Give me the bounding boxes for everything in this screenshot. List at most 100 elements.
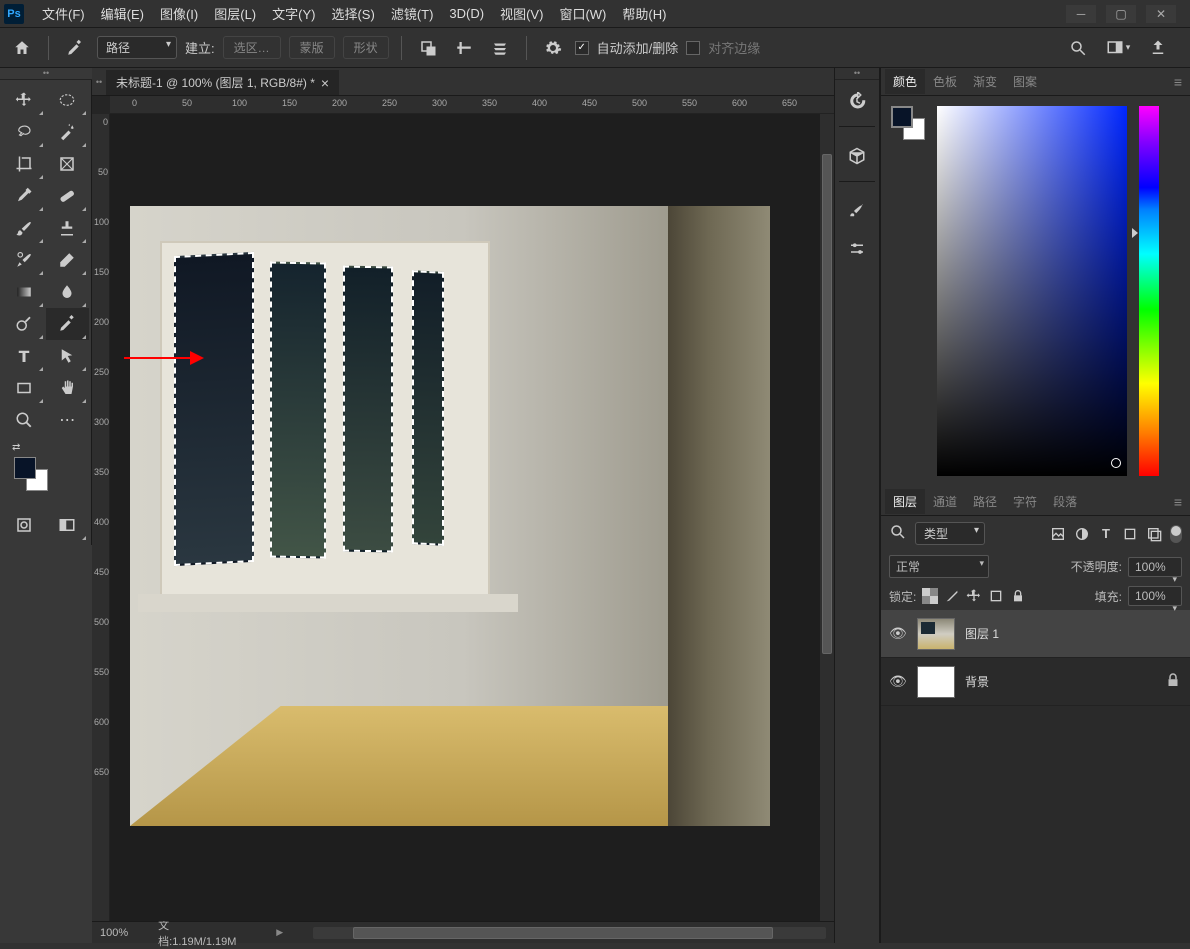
filter-toggle[interactable]: [1170, 525, 1182, 543]
tab-close-button[interactable]: ×: [321, 75, 329, 91]
zoom-tool[interactable]: [2, 404, 46, 436]
edit-toolbar[interactable]: ⋯: [46, 404, 90, 436]
path-alignment-button[interactable]: [450, 34, 478, 62]
tab-drag-handle[interactable]: ••: [92, 77, 106, 87]
saturation-brightness-picker[interactable]: [937, 106, 1127, 476]
layer-name[interactable]: 背景: [965, 673, 989, 690]
gradient-tool[interactable]: [2, 276, 46, 308]
canvas[interactable]: [110, 114, 834, 921]
make-shape-button[interactable]: 形状: [343, 36, 389, 59]
search-button[interactable]: [1064, 34, 1092, 62]
blur-tool[interactable]: [46, 276, 90, 308]
home-button[interactable]: [8, 34, 36, 62]
auto-add-delete-checkbox[interactable]: [575, 41, 589, 55]
status-arrow-icon[interactable]: ▶: [276, 927, 283, 938]
lock-position-icon[interactable]: [966, 588, 982, 604]
pen-tool-preset[interactable]: [61, 34, 89, 62]
layer-thumbnail[interactable]: [917, 618, 955, 650]
lock-pixels-icon[interactable]: [944, 588, 960, 604]
window-minimize[interactable]: ─: [1066, 5, 1096, 23]
menu-type[interactable]: 文字(Y): [264, 4, 323, 23]
menu-file[interactable]: 文件(F): [34, 4, 93, 23]
dodge-tool[interactable]: [2, 308, 46, 340]
tab-gradients[interactable]: 渐变: [965, 69, 1005, 94]
layer-item[interactable]: 👁 背景: [881, 658, 1190, 706]
make-mask-button[interactable]: 蒙版: [289, 36, 335, 59]
menu-view[interactable]: 视图(V): [492, 4, 551, 23]
panel-color-swatches[interactable]: [891, 106, 925, 140]
menu-3d[interactable]: 3D(D): [441, 6, 492, 21]
filter-adjust-icon[interactable]: [1074, 526, 1090, 542]
path-selection-tool[interactable]: [46, 340, 90, 372]
filter-smart-icon[interactable]: [1146, 526, 1162, 542]
lock-all-icon[interactable]: [1010, 588, 1026, 604]
make-selection-button[interactable]: 选区…: [223, 36, 281, 59]
quick-mask-toggle[interactable]: [2, 509, 46, 541]
share-button[interactable]: [1144, 34, 1172, 62]
tool-mode-dropdown[interactable]: 路径: [97, 36, 177, 59]
eyedropper-tool[interactable]: [2, 180, 46, 212]
frame-tool[interactable]: [46, 148, 90, 180]
color-panel-menu[interactable]: ≡: [1166, 74, 1190, 90]
eraser-tool[interactable]: [46, 244, 90, 276]
healing-brush-tool[interactable]: [46, 180, 90, 212]
type-tool[interactable]: [2, 340, 46, 372]
filter-shape-icon[interactable]: [1122, 526, 1138, 542]
menu-image[interactable]: 图像(I): [152, 4, 206, 23]
pen-tool[interactable]: [46, 308, 90, 340]
hue-slider[interactable]: [1139, 106, 1159, 476]
align-edges-checkbox[interactable]: [686, 41, 700, 55]
filter-pixel-icon[interactable]: [1050, 526, 1066, 542]
layer-visibility-toggle[interactable]: 👁: [889, 673, 907, 690]
layer-filter-kind[interactable]: 类型: [915, 522, 985, 545]
layers-panel-menu[interactable]: ≡: [1166, 494, 1190, 510]
window-close[interactable]: ✕: [1146, 5, 1176, 23]
lock-transparency-icon[interactable]: [922, 588, 938, 604]
menu-window[interactable]: 窗口(W): [551, 4, 614, 23]
panel-foreground-swatch[interactable]: [891, 106, 913, 128]
brush-settings-panel-icon[interactable]: [834, 232, 880, 266]
layer-visibility-toggle[interactable]: 👁: [889, 625, 907, 642]
tab-channels[interactable]: 通道: [925, 489, 965, 514]
toolbox-drag-handle[interactable]: ••: [0, 68, 92, 80]
menu-help[interactable]: 帮助(H): [614, 4, 674, 23]
gear-button[interactable]: [539, 34, 567, 62]
menu-select[interactable]: 选择(S): [323, 4, 382, 23]
hand-tool[interactable]: [46, 372, 90, 404]
fill-input[interactable]: 100%: [1128, 586, 1182, 606]
menu-edit[interactable]: 编辑(E): [93, 4, 152, 23]
history-panel-icon[interactable]: [834, 84, 880, 118]
ruler-horizontal[interactable]: 0 50 100 150 200 250 300 350 400 450 500…: [110, 96, 834, 114]
path-operations-button[interactable]: [414, 34, 442, 62]
window-maximize[interactable]: ▢: [1106, 5, 1136, 23]
tab-paths[interactable]: 路径: [965, 489, 1005, 514]
dock-drag-handle[interactable]: ••: [835, 68, 879, 80]
tab-patterns[interactable]: 图案: [1005, 69, 1045, 94]
layer-thumbnail[interactable]: [917, 666, 955, 698]
move-tool[interactable]: [2, 84, 46, 116]
zoom-level[interactable]: 100%: [100, 927, 128, 939]
blend-mode-dropdown[interactable]: 正常: [889, 555, 989, 578]
lasso-tool[interactable]: [2, 116, 46, 148]
crop-tool[interactable]: [2, 148, 46, 180]
tab-swatches[interactable]: 色板: [925, 69, 965, 94]
tab-color[interactable]: 颜色: [885, 69, 925, 94]
tab-character[interactable]: 字符: [1005, 489, 1045, 514]
menu-filter[interactable]: 滤镜(T): [383, 4, 442, 23]
opacity-input[interactable]: 100%: [1128, 557, 1182, 577]
marquee-tool[interactable]: [46, 84, 90, 116]
menu-layer[interactable]: 图层(L): [206, 4, 264, 23]
swap-colors-icon[interactable]: ⇄: [12, 442, 20, 453]
brushes-panel-icon[interactable]: [834, 194, 880, 228]
screen-mode-toggle[interactable]: [46, 509, 90, 541]
workspace-switcher[interactable]: ▾: [1104, 34, 1132, 62]
doc-size[interactable]: 文档:1.19M/1.19M: [158, 917, 246, 949]
tab-layers[interactable]: 图层: [885, 489, 925, 514]
filter-type-icon[interactable]: T: [1098, 526, 1114, 542]
path-arrangement-button[interactable]: [486, 34, 514, 62]
history-brush-tool[interactable]: [2, 244, 46, 276]
canvas-scrollbar-vertical[interactable]: [820, 114, 834, 921]
brush-tool[interactable]: [2, 212, 46, 244]
clone-stamp-tool[interactable]: [46, 212, 90, 244]
layer-name[interactable]: 图层 1: [965, 625, 999, 642]
